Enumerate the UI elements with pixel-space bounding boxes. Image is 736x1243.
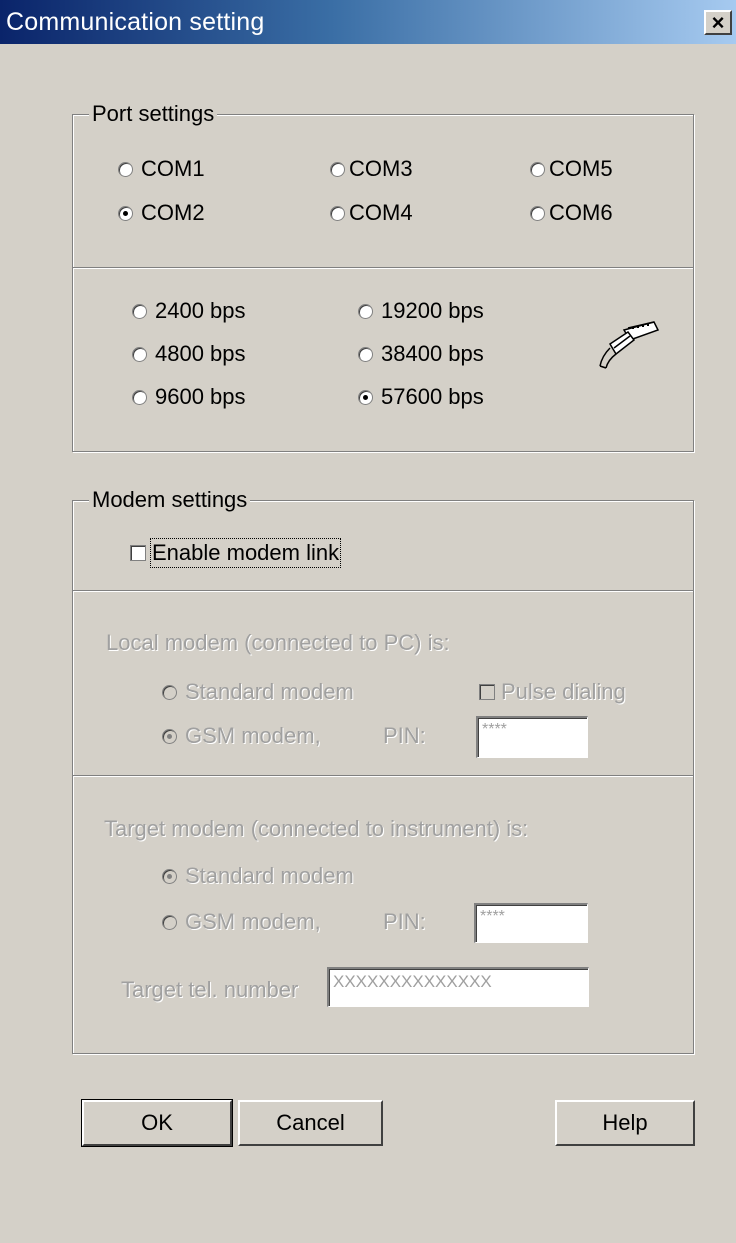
radio-target-gsm[interactable]: GSM modem, (162, 909, 321, 935)
radio-57600[interactable]: 57600 bps (358, 384, 484, 410)
radio-label: 9600 bps (155, 384, 246, 409)
enable-modem-checkbox[interactable]: Enable modem link (130, 538, 342, 568)
radio-label: 19200 bps (381, 298, 484, 323)
radio-38400[interactable]: 38400 bps (358, 341, 484, 367)
checkbox-indicator (479, 684, 495, 700)
radio-indicator (118, 161, 133, 177)
radio-com2[interactable]: COM2 (118, 200, 205, 226)
radio-indicator (358, 346, 373, 362)
radio-indicator (358, 303, 373, 319)
radio-com4[interactable]: COM4 (330, 200, 413, 226)
radio-com6[interactable]: COM6 (530, 200, 613, 226)
local-pin-field[interactable]: **** (476, 716, 588, 758)
checkbox-indicator (130, 545, 146, 561)
radio-indicator (132, 389, 147, 405)
port-settings-legend: Port settings (89, 101, 218, 127)
help-button-label: Help (602, 1110, 648, 1135)
radio-4800[interactable]: 4800 bps (132, 341, 246, 367)
radio-label: COM1 (141, 156, 205, 181)
radio-indicator (162, 684, 177, 700)
radio-indicator (530, 205, 545, 221)
window-title: Communication setting (6, 8, 265, 36)
close-button[interactable]: × (704, 10, 732, 35)
target-modem-heading: Target modem (connected to instrument) i… (104, 816, 529, 841)
radio-label: GSM modem, (185, 909, 321, 934)
target-tel-label: Target tel. number (121, 977, 299, 1002)
radio-indicator (358, 389, 373, 405)
radio-target-standard[interactable]: Standard modem (162, 863, 354, 889)
radio-indicator (530, 161, 545, 177)
radio-label: 4800 bps (155, 341, 246, 366)
radio-label: COM3 (349, 156, 413, 181)
radio-indicator (132, 303, 147, 319)
pulse-dialing-checkbox[interactable]: Pulse dialing (479, 679, 626, 705)
title-bar: Communication setting × (0, 0, 736, 44)
radio-label: COM4 (349, 200, 413, 225)
radio-9600[interactable]: 9600 bps (132, 384, 246, 410)
modem-separator-2 (73, 775, 693, 777)
modem-separator-1 (73, 590, 693, 592)
target-pin-field[interactable]: **** (474, 903, 588, 943)
serial-plug-icon (599, 321, 660, 369)
close-icon: × (711, 9, 725, 35)
checkbox-label: Enable modem link (149, 538, 342, 568)
radio-19200[interactable]: 19200 bps (358, 298, 484, 324)
radio-label: Standard modem (185, 679, 354, 704)
radio-label: COM2 (141, 200, 205, 225)
radio-label: 38400 bps (381, 341, 484, 366)
ok-button-label: OK (141, 1110, 173, 1135)
port-separator (73, 267, 693, 269)
target-pin-label: PIN: (383, 909, 426, 934)
cancel-button[interactable]: Cancel (238, 1100, 383, 1146)
radio-indicator (118, 205, 133, 221)
modem-settings-legend: Modem settings (89, 487, 251, 513)
radio-local-standard[interactable]: Standard modem (162, 679, 354, 705)
help-button[interactable]: Help (555, 1100, 695, 1146)
radio-indicator (132, 346, 147, 362)
radio-label: COM5 (549, 156, 613, 181)
radio-label: Standard modem (185, 863, 354, 888)
radio-local-gsm[interactable]: GSM modem, (162, 723, 321, 749)
radio-indicator (162, 728, 177, 744)
radio-com1[interactable]: COM1 (118, 156, 205, 182)
target-tel-field[interactable]: XXXXXXXXXXXXXX (327, 967, 589, 1007)
local-modem-heading: Local modem (connected to PC) is: (106, 630, 450, 655)
radio-indicator (162, 868, 177, 884)
radio-label: 2400 bps (155, 298, 246, 323)
radio-com3[interactable]: COM3 (330, 156, 413, 182)
checkbox-label: Pulse dialing (501, 679, 626, 704)
radio-indicator (330, 161, 345, 177)
radio-2400[interactable]: 2400 bps (132, 298, 246, 324)
radio-label: GSM modem, (185, 723, 321, 748)
radio-label: 57600 bps (381, 384, 484, 409)
cancel-button-label: Cancel (276, 1110, 345, 1135)
radio-indicator (162, 914, 177, 930)
radio-label: COM6 (549, 200, 613, 225)
radio-indicator (330, 205, 345, 221)
radio-com5[interactable]: COM5 (530, 156, 613, 182)
ok-button[interactable]: OK (81, 1099, 233, 1147)
local-pin-label: PIN: (383, 723, 426, 748)
